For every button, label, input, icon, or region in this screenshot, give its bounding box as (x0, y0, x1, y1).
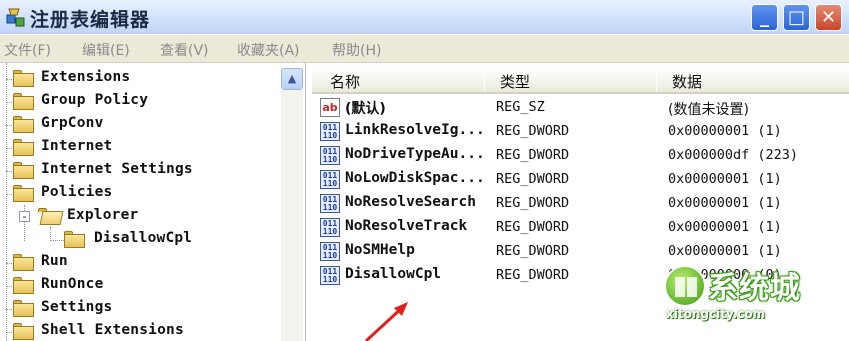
registry-editor-icon (6, 8, 25, 27)
value-row[interactable]: 011 110 LinkResolveIg... REG_DWORD 0x0000… (312, 119, 849, 143)
annotation-arrow-icon (364, 302, 408, 341)
tree-item-runonce[interactable]: RunOnce (0, 275, 280, 297)
tree-item-run[interactable]: Run (0, 252, 280, 274)
folder-icon (13, 116, 35, 133)
folder-icon (13, 162, 35, 179)
tree-item-extensions[interactable]: Extensions (0, 68, 280, 90)
tree-item-internet-settings[interactable]: Internet Settings (0, 160, 280, 182)
value-row[interactable]: ab (默认) REG_SZ (数值未设置) (312, 95, 849, 119)
tree-item-shell-extensions[interactable]: Shell Extensions (0, 321, 280, 341)
scroll-up-button[interactable]: ▲ (281, 68, 303, 90)
menu-edit[interactable]: 编辑(E) (82, 40, 130, 60)
folder-icon (13, 185, 35, 202)
dword-value-icon: 011 110 (320, 170, 340, 189)
tree-scrollbar-track[interactable] (281, 90, 303, 341)
open-folder-icon (38, 208, 64, 225)
folder-icon (13, 254, 35, 271)
close-icon: ✕ (820, 7, 837, 28)
dword-value-icon: 011 110 (320, 242, 340, 261)
folder-icon (13, 70, 35, 87)
value-row[interactable]: 011 110 NoSMHelp REG_DWORD 0x00000001 (1) (312, 239, 849, 263)
folder-icon (13, 300, 35, 317)
close-button[interactable]: ✕ (815, 4, 842, 31)
list-header: 名称 类型 数据 (312, 69, 849, 94)
folder-icon (13, 277, 35, 294)
tree-item-disallowcpl[interactable]: DisallowCpl (0, 229, 280, 251)
column-divider[interactable] (484, 72, 485, 92)
folder-icon (13, 139, 35, 156)
menu-file[interactable]: 文件(F) (4, 40, 51, 60)
dword-value-icon: 011 110 (320, 146, 340, 165)
dword-value-icon: 011 110 (320, 122, 340, 141)
menu-view[interactable]: 查看(V) (160, 40, 209, 60)
scroll-up-arrow-icon: ▲ (287, 72, 297, 85)
string-value-icon: ab (320, 98, 340, 117)
menu-help[interactable]: 帮助(H) (332, 40, 381, 60)
tree-item-internet[interactable]: Internet (0, 137, 280, 159)
maximize-button[interactable]: □ (783, 4, 810, 31)
title-bar: 注册表编辑器 _ □ ✕ (0, 0, 849, 34)
menu-favorites[interactable]: 收藏夹(A) (237, 40, 300, 60)
minimize-icon: _ (760, 7, 769, 28)
column-divider[interactable] (656, 72, 657, 92)
tree-item-explorer[interactable]: - Explorer (0, 206, 280, 228)
watermark-brand: 系统城 (708, 271, 801, 306)
site-watermark: 系统城 xitongcity.com (664, 263, 844, 323)
value-row[interactable]: 011 110 NoLowDiskSpac... REG_DWORD 0x0000… (312, 167, 849, 191)
folder-icon (64, 231, 86, 248)
watermark-logo-icon (664, 265, 706, 307)
tree-item-settings[interactable]: Settings (0, 298, 280, 320)
menu-bar: 文件(F) 编辑(E) 查看(V) 收藏夹(A) 帮助(H) (0, 35, 849, 63)
tree-item-group-policy[interactable]: Group Policy (0, 91, 280, 113)
folder-icon (13, 93, 35, 110)
collapse-toggle[interactable]: - (19, 211, 30, 222)
tree-item-grpconv[interactable]: GrpConv (0, 114, 280, 136)
watermark-site: xitongcity.com (666, 307, 766, 321)
value-row[interactable]: 011 110 NoResolveTrack REG_DWORD 0x000000… (312, 215, 849, 239)
value-row[interactable]: 011 110 NoDriveTypeAu... REG_DWORD 0x0000… (312, 143, 849, 167)
dword-value-icon: 011 110 (320, 266, 340, 285)
dword-value-icon: 011 110 (320, 218, 340, 237)
column-header-data[interactable]: 数据 (672, 69, 702, 94)
folder-icon (13, 323, 35, 340)
value-row[interactable]: 011 110 NoResolveSearch REG_DWORD 0x00000… (312, 191, 849, 215)
maximize-icon: □ (787, 7, 805, 28)
column-header-type[interactable]: 类型 (500, 69, 530, 94)
dword-value-icon: 011 110 (320, 194, 340, 213)
column-header-name[interactable]: 名称 (330, 69, 360, 94)
registry-key-tree: Extensions Group Policy GrpConv Internet… (0, 63, 306, 341)
window-title: 注册表编辑器 (30, 9, 151, 31)
tree-item-policies[interactable]: Policies (0, 183, 280, 205)
minimize-button[interactable]: _ (751, 4, 778, 31)
